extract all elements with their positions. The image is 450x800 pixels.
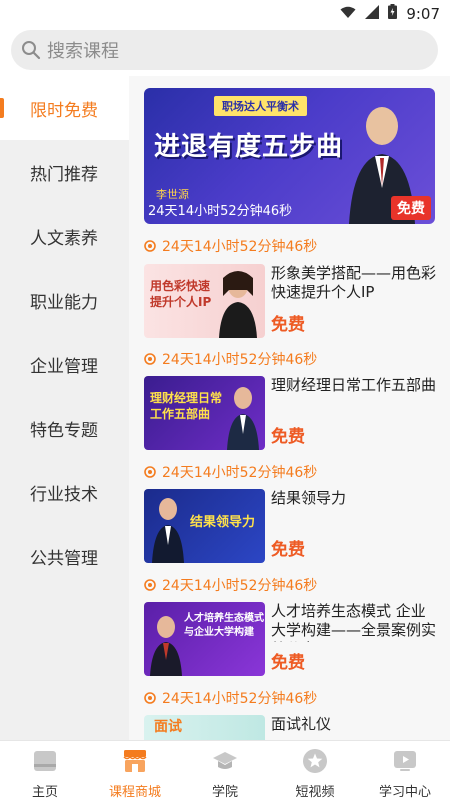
clock-icon xyxy=(144,579,156,591)
course-item[interactable]: 结果领导力 结果领导力 免费 xyxy=(144,489,439,563)
course-price: 免费 xyxy=(271,427,305,447)
play-icon xyxy=(394,751,416,771)
course-item[interactable]: 用色彩快速 提升个人IP 形象美学搭配——用色彩快速提升个人IP 免费 xyxy=(144,264,439,338)
countdown-timer: 24天14小时52分钟46秒 xyxy=(144,575,317,595)
status-icons: 9:07 xyxy=(340,4,440,23)
status-time: 9:07 xyxy=(406,4,440,23)
category-sidebar: 限时免费 热门推荐 人文素养 职业能力 企业管理 特色专题 行业技术 公共管理 xyxy=(0,76,129,740)
course-item[interactable]: 面试 面试礼仪 xyxy=(144,715,439,740)
thumbnail-caption: 面试 xyxy=(154,719,182,735)
tab-learning-center[interactable]: 学习中心 xyxy=(360,741,450,800)
graduation-cap-icon xyxy=(213,752,237,769)
course-thumbnail: 理财经理日常 工作五部曲 xyxy=(144,376,265,450)
course-title: 结果领导力 xyxy=(271,489,347,507)
home-icon xyxy=(34,751,56,771)
thumbnail-caption: 人才培养生态模式 与企业大学构建 xyxy=(184,613,264,638)
sidebar-item-label: 职业能力 xyxy=(30,292,98,313)
thumbnail-caption: 用色彩快速 提升个人IP xyxy=(150,279,212,309)
course-thumbnail: 结果领导力 xyxy=(144,489,265,563)
sidebar-item-management[interactable]: 企业管理 xyxy=(0,332,129,396)
sidebar-item-limited-free[interactable]: 限时免费 xyxy=(0,76,129,140)
bottom-tab-bar: 主页 课程商城 学院 短视频 学习中心 xyxy=(0,740,450,800)
tab-academy[interactable]: 学院 xyxy=(180,741,270,800)
thumbnail-caption: 理财经理日常 工作五部曲 xyxy=(150,391,223,421)
sidebar-item-humanities[interactable]: 人文素养 xyxy=(0,204,129,268)
countdown-timer: 24天14小时52分钟46秒 xyxy=(144,462,317,482)
course-title: 形象美学搭配——用色彩快速提升个人IP xyxy=(271,264,437,301)
banner-ribbon: 职场达人平衡术 xyxy=(214,96,307,116)
sidebar-item-label: 特色专题 xyxy=(30,420,98,441)
course-thumbnail: 面试 xyxy=(144,715,265,740)
active-indicator xyxy=(0,98,4,118)
search-placeholder: 搜索课程 xyxy=(47,41,119,62)
clock-icon xyxy=(144,466,156,478)
lecturer-photo xyxy=(219,271,257,338)
lecturer-photo xyxy=(227,387,259,450)
search-icon xyxy=(21,40,41,60)
course-price: 免费 xyxy=(271,540,305,560)
wifi-icon xyxy=(340,4,356,23)
tab-short-video[interactable]: 短视频 xyxy=(270,741,360,800)
sidebar-item-label: 人文素养 xyxy=(30,228,98,249)
course-price: 免费 xyxy=(271,653,305,673)
tab-label: 课程商城 xyxy=(108,785,161,800)
search-input[interactable]: 搜索课程 xyxy=(11,30,438,70)
course-title: 人才培养生态模式 企业大学构建——全景案例实战分享 xyxy=(271,602,437,642)
course-item[interactable]: 理财经理日常 工作五部曲 理财经理日常工作五部曲 免费 xyxy=(144,376,439,450)
battery-icon xyxy=(388,4,398,23)
lecturer-photo xyxy=(152,498,184,563)
course-list: 职场达人平衡术 进退有度五步曲 李世源 24天14小时52分钟46秒 免费 24… xyxy=(129,76,450,740)
countdown-text: 24天14小时52分钟46秒 xyxy=(162,239,318,255)
signal-icon xyxy=(365,4,380,23)
sidebar-item-special[interactable]: 特色专题 xyxy=(0,396,129,460)
tab-home[interactable]: 主页 xyxy=(0,741,90,800)
banner-free-badge: 免费 xyxy=(391,196,431,220)
banner-title: 进退有度五步曲 xyxy=(154,132,344,162)
status-bar: 9:07 xyxy=(0,0,450,26)
countdown-timer: 24天14小时52分钟46秒 xyxy=(144,688,317,708)
tab-label: 学院 xyxy=(211,785,238,800)
tab-label: 学习中心 xyxy=(378,785,431,800)
countdown-text: 24天14小时52分钟46秒 xyxy=(162,465,318,481)
lecturer-photo xyxy=(150,616,182,676)
course-price: 免费 xyxy=(271,315,305,335)
tab-label: 主页 xyxy=(31,785,58,800)
clock-icon xyxy=(144,240,156,252)
sidebar-item-public[interactable]: 公共管理 xyxy=(0,524,129,588)
sidebar-item-hot[interactable]: 热门推荐 xyxy=(0,140,129,204)
course-title: 理财经理日常工作五部曲 xyxy=(271,376,437,394)
course-thumbnail: 人才培养生态模式 与企业大学构建 xyxy=(144,602,265,676)
sidebar-item-label: 限时免费 xyxy=(30,100,98,121)
countdown-timer: 24天14小时52分钟46秒 xyxy=(144,236,317,256)
countdown-text: 24天14小时52分钟46秒 xyxy=(162,352,318,368)
banner-countdown: 24天14小时52分钟46秒 xyxy=(148,204,293,219)
sidebar-item-label: 行业技术 xyxy=(30,484,98,505)
course-item[interactable]: 人才培养生态模式 与企业大学构建 人才培养生态模式 企业大学构建——全景案例实战… xyxy=(144,602,439,676)
sidebar-item-label: 企业管理 xyxy=(30,356,98,377)
sidebar-item-label: 热门推荐 xyxy=(30,164,98,185)
thumbnail-caption: 结果领导力 xyxy=(190,515,256,530)
tab-label: 短视频 xyxy=(295,785,335,800)
sidebar-item-career[interactable]: 职业能力 xyxy=(0,268,129,332)
clock-icon xyxy=(144,692,156,704)
tab-course-store[interactable]: 课程商城 xyxy=(90,741,180,800)
sidebar-item-industry[interactable]: 行业技术 xyxy=(0,460,129,524)
featured-banner[interactable]: 职场达人平衡术 进退有度五步曲 李世源 24天14小时52分钟46秒 免费 xyxy=(144,88,435,224)
countdown-timer: 24天14小时52分钟46秒 xyxy=(144,349,317,369)
clock-icon xyxy=(144,353,156,365)
countdown-text: 24天14小时52分钟46秒 xyxy=(162,691,318,707)
course-title: 面试礼仪 xyxy=(271,715,332,733)
store-icon xyxy=(123,750,147,772)
countdown-text: 24天14小时52分钟46秒 xyxy=(162,578,318,594)
course-thumbnail: 用色彩快速 提升个人IP xyxy=(144,264,265,338)
sidebar-item-label: 公共管理 xyxy=(30,548,98,569)
star-icon xyxy=(303,749,327,773)
